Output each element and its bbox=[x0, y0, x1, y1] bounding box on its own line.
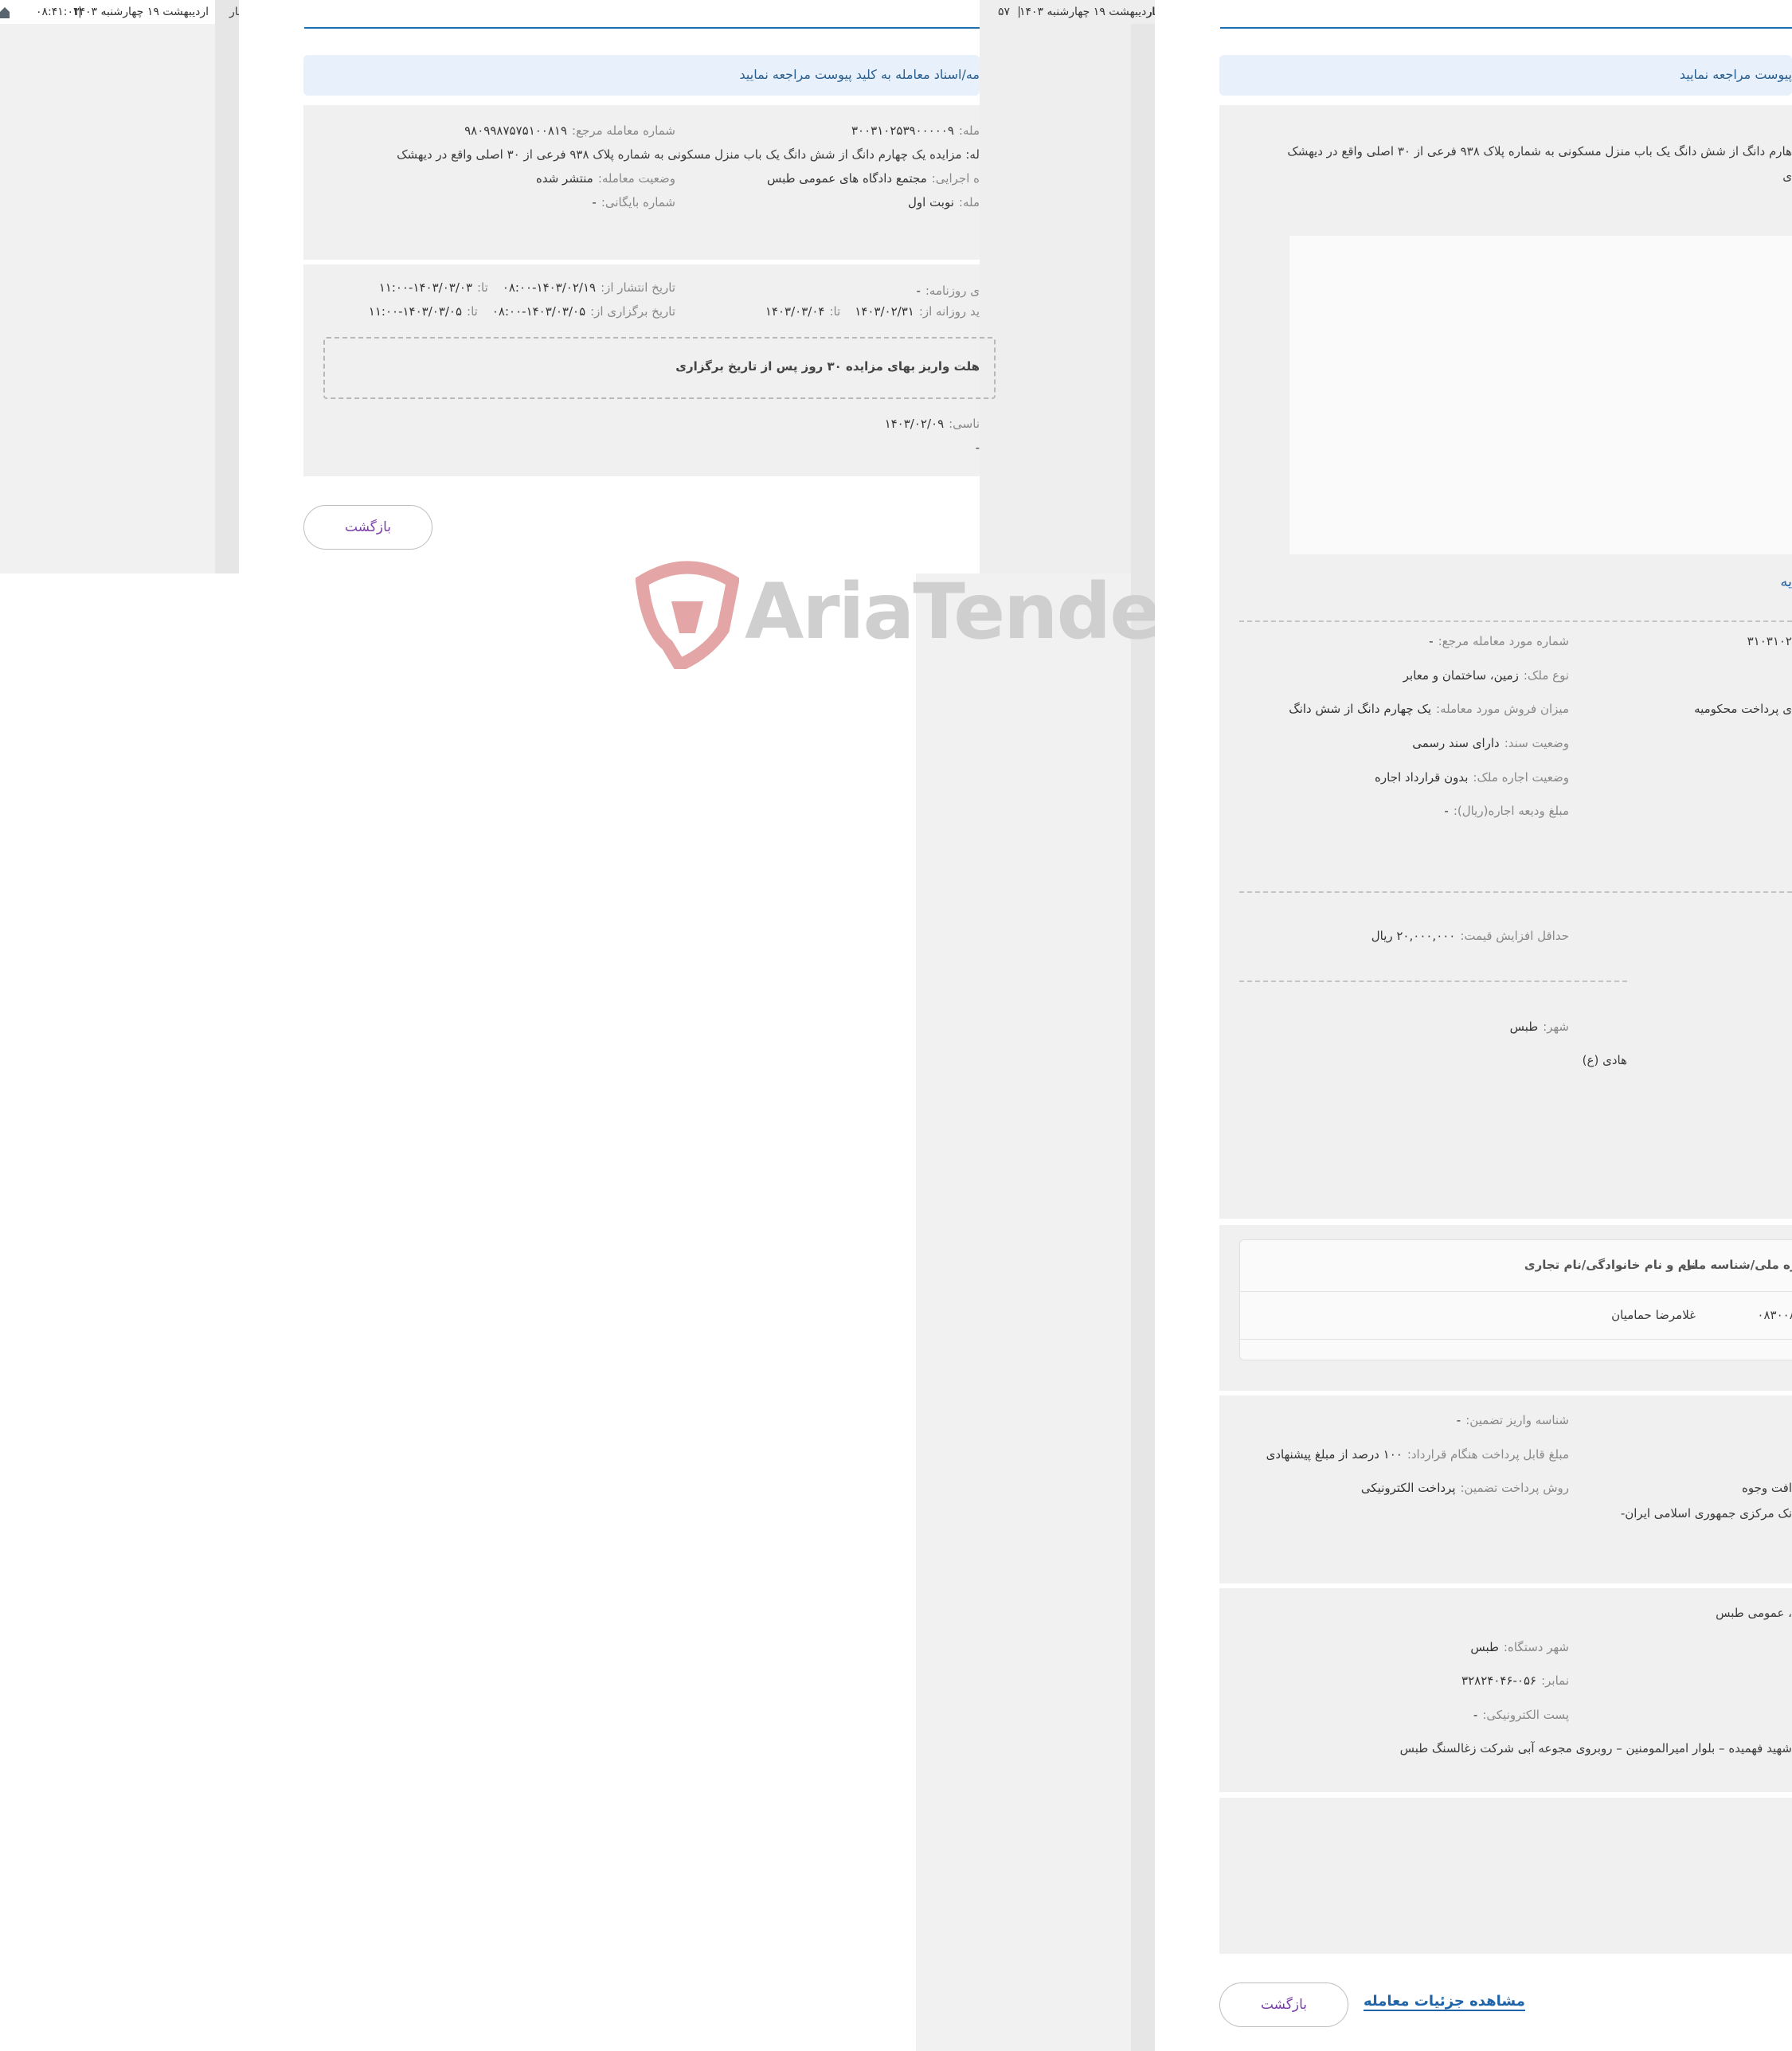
left-turn: مله:نوبت اول bbox=[907, 195, 980, 209]
guarantee-method: روش پرداخت تضمین:پرداخت الکترونیکی bbox=[1360, 1481, 1569, 1495]
left-back-button[interactable]: بازگشت bbox=[303, 505, 432, 550]
org-fax: نمابر:۰۵۶-۳۲۸۲۴۰۴۶ bbox=[1461, 1673, 1569, 1688]
payment-partial: ی پرداخت محکومیه bbox=[1694, 702, 1792, 716]
table-cell: ۰۸۳۰۰۸۲۲۵۵ bbox=[1757, 1308, 1792, 1322]
topbar-separator: | bbox=[1017, 6, 1021, 18]
ref-item: شماره مورد معامله مرجع:- bbox=[1429, 634, 1569, 648]
right-subject-line1: هارم دانگ از شش دانگ یک باب منزل مسکونی … bbox=[1287, 144, 1792, 159]
table-header: نام و نام خانوادگی/نام تجاری bbox=[1524, 1258, 1696, 1272]
left-executor: ه اجرایی:مجتمع دادگاه های عمومی طبس bbox=[766, 171, 980, 186]
ref-partial: ۳۱۰۳۱۰۲ bbox=[1747, 634, 1792, 648]
topbar-datetime: اردیبهشت ۱۹ چهارشنبه ۱۴۰۳ bbox=[1019, 6, 1155, 18]
org-address: شهید فهمیده – بلوار امیرالمومنین – روبرو… bbox=[1399, 1741, 1792, 1755]
table-header: شماره ملی/شناسه ملی bbox=[1681, 1258, 1792, 1272]
more-link[interactable]: یه bbox=[1780, 573, 1792, 590]
middle-divider bbox=[1131, 0, 1155, 2051]
divider bbox=[1239, 980, 1627, 982]
right-attachment-notice: پیوست مراجعه نمایید bbox=[1219, 55, 1792, 96]
extra-panel bbox=[1219, 1798, 1792, 1954]
left-divider bbox=[215, 0, 239, 573]
right-header-line bbox=[1220, 27, 1792, 29]
left-archive: شماره بایگانی:- bbox=[592, 195, 675, 209]
view-deal-details-link[interactable]: مشاهده جزئیات معامله bbox=[1364, 1993, 1525, 2011]
divider bbox=[1239, 620, 1792, 622]
address-partial: هادی (ع) bbox=[1582, 1053, 1627, 1067]
lease-status: وضعیت اجاره ملک:بدون قرارداد اجاره bbox=[1375, 770, 1569, 785]
divider bbox=[1239, 891, 1792, 893]
left-visit-dates: ید روزانه از:۱۴۰۳/۰۲/۳۱تا:۱۴۰۳/۰۳/۰۴ bbox=[765, 304, 980, 319]
left-extra-value: - bbox=[975, 440, 980, 455]
left-topbar: اردیبهشت ۱۹ چهارشنبه ۱۴۰۳ | ۰۸:۴۱:۰۳ bbox=[0, 0, 215, 24]
org-city: شهر دستگاه:طبس bbox=[1470, 1640, 1569, 1654]
left-sidebar-bg bbox=[0, 0, 239, 573]
left-deal-number: مله:۳۰۰۳۱۰۲۵۳۹۰۰۰۰۰۹ bbox=[851, 123, 980, 138]
middle-gap-bg bbox=[916, 573, 1155, 2051]
sale-amount: میزان فروش مورد معامله:یک چهارم دانگ از … bbox=[1289, 702, 1569, 716]
left-deadline-note: هلت واریز بهای مزایده ۳۰ روز پس از تاریخ… bbox=[675, 359, 980, 374]
right-topbar: اردیبهشت ۱۹ چهارشنبه ۱۴۰۳ | ۵۷ bbox=[980, 0, 1155, 24]
left-header-line bbox=[304, 27, 980, 29]
table-row-divider bbox=[1240, 1291, 1792, 1292]
home-icon[interactable] bbox=[0, 5, 10, 19]
right-back-button[interactable]: بازگشت bbox=[1219, 1983, 1348, 2027]
bank-partial: نک مرکزی جمهوری اسلامی ایران- bbox=[1620, 1506, 1792, 1521]
left-newspaper: ی روزنامه:- bbox=[916, 284, 980, 298]
left-ref-number: شماره معامله مرجع:۹۸۰۹۹۸۷۵۷۵۱۰۰۸۱۹ bbox=[464, 123, 675, 138]
left-attachment-notice: مه/اسناد معامله به کلید پیوست مراجعه نما… bbox=[303, 55, 980, 96]
left-subject: له: مزایده یک چهارم دانگ از شش دانگ یک ب… bbox=[397, 147, 980, 162]
left-publish-dates: تاریخ انتشار از:۱۴۰۳/۰۲/۱۹-۰۸:۰۰تا:۱۴۰۳/… bbox=[378, 280, 675, 295]
image-preview-area bbox=[1289, 236, 1792, 554]
table-row-divider bbox=[1240, 1339, 1792, 1340]
left-status: وضعیت معامله:منتشر شده bbox=[535, 171, 675, 186]
right-subject-line2: ی bbox=[1782, 169, 1792, 183]
guarantee-id: شناسه واریز تضمین:- bbox=[1456, 1413, 1569, 1427]
owners-table: نام و نام خانوادگی/نام تجاری شماره ملی/ش… bbox=[1239, 1239, 1792, 1360]
city: شهر:طبس bbox=[1509, 1020, 1569, 1034]
left-expert-date: ناسی:۱۴۰۳/۰۲/۰۹ bbox=[884, 417, 980, 431]
org-name-partial: ، عمومی طبس bbox=[1716, 1606, 1792, 1620]
topbar-time: ۵۷ bbox=[997, 6, 1010, 18]
topbar-time: ۰۸:۴۱:۰۳ bbox=[36, 6, 80, 18]
table-cell: غلامرضا حماميان bbox=[1611, 1308, 1696, 1322]
left-hold-dates: تاریخ برگزاری از:۱۴۰۳/۰۳/۰۵-۰۸:۰۰تا:۱۴۰۳… bbox=[368, 304, 675, 319]
receive-partial: افت وجوه bbox=[1742, 1481, 1792, 1495]
org-email: پست الکترونیکی:- bbox=[1473, 1708, 1569, 1722]
min-increase: حداقل افزایش قیمت:۲۰,۰۰۰,۰۰۰ ریال bbox=[1371, 929, 1569, 943]
lease-deposit: مبلغ ودیعه اجاره(ریال):- bbox=[1444, 804, 1569, 818]
middle-strip bbox=[980, 0, 1155, 573]
ariatender-logo-icon bbox=[635, 558, 740, 674]
organization-panel bbox=[1219, 1588, 1792, 1792]
contract-payment: مبلغ قابل پرداخت هنگام قرارداد:۱۰۰ درصد … bbox=[1266, 1447, 1569, 1462]
property-type: نوع ملک:زمین، ساختمان و معابر bbox=[1403, 668, 1569, 683]
deed-status: وضعیت سند:دارای سند رسمی bbox=[1412, 736, 1569, 750]
topbar-datetime: اردیبهشت ۱۹ چهارشنبه ۱۴۰۳ bbox=[72, 6, 209, 18]
